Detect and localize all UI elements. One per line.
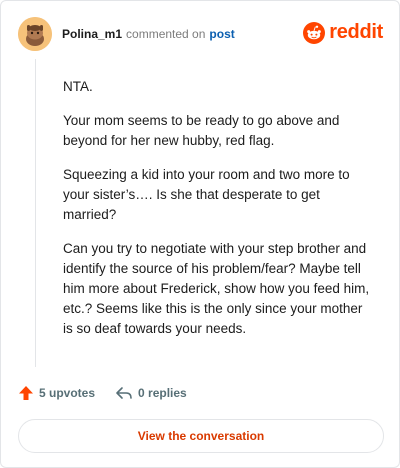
comment-paragraph: Can you try to negotiate with your step … [63,241,370,336]
comment-meta: Polina_m1 commented on post [62,27,235,41]
user-avatar[interactable] [18,17,52,51]
upvote-arrow-icon [19,386,33,400]
comment-paragraph: NTA. [63,79,93,94]
username[interactable]: Polina_m1 [62,27,122,41]
comment-card: Polina_m1 commented on post reddit NTA. … [0,0,400,468]
reddit-brand[interactable]: reddit [303,21,383,44]
upvote-button[interactable]: 5 upvotes [18,385,95,401]
avatar-illustration [18,17,52,51]
comment-paragraph: Squeezing a kid into your room and two m… [63,167,350,222]
comment-actions: 5 upvotes 0 replies [18,385,187,401]
reply-button[interactable]: 0 replies [115,385,187,401]
upvote-count: 5 upvotes [39,386,96,400]
reddit-logo-icon [303,21,326,44]
reply-icon [116,387,132,399]
reply-count: 0 replies [138,386,187,400]
reddit-wordmark: reddit [329,21,383,43]
comment-paragraph: Your mom seems to be ready to go above a… [63,113,340,148]
post-link[interactable]: post [209,27,234,41]
comment-body: NTA. Your mom seems to be ready to go ab… [63,77,375,353]
action-text: commented on [126,27,206,41]
thread-line [35,59,36,367]
view-conversation-button[interactable]: View the conversation [18,419,384,453]
